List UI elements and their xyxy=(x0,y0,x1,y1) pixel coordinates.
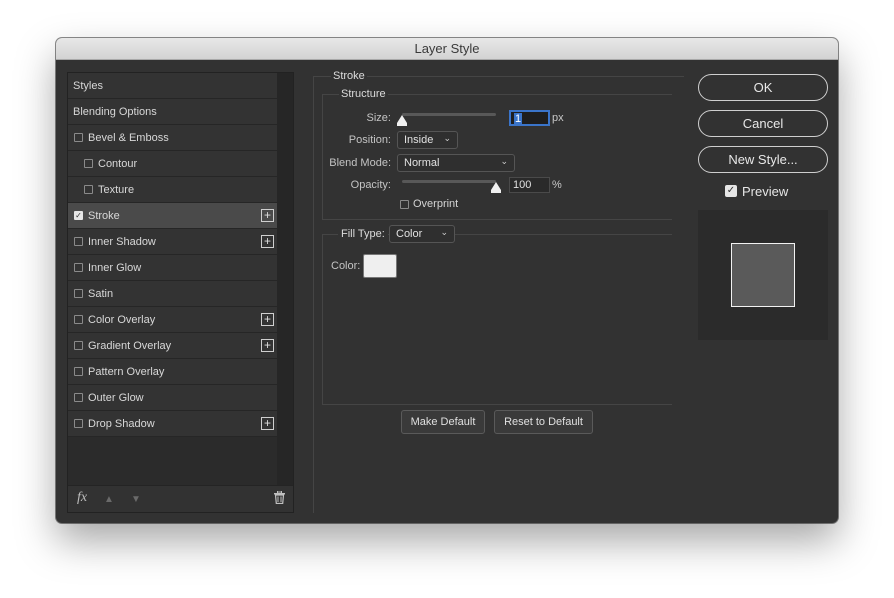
style-checkbox[interactable] xyxy=(74,237,83,246)
styles-scrollbar[interactable] xyxy=(277,73,293,486)
preview-checkbox[interactable]: ✓ xyxy=(725,185,737,197)
blend-mode-dropdown[interactable]: Normal ⌄ xyxy=(397,154,515,172)
style-checkbox[interactable] xyxy=(74,367,83,376)
size-slider[interactable] xyxy=(402,113,496,116)
cancel-button[interactable]: Cancel xyxy=(698,110,828,137)
structure-title: Structure xyxy=(339,88,388,100)
style-item-label: Color Overlay xyxy=(88,313,156,326)
style-item-satin[interactable]: Satin xyxy=(68,281,278,307)
opacity-unit: % xyxy=(552,179,562,191)
size-unit: px xyxy=(552,112,564,124)
layer-style-dialog: Layer Style Styles Blending Options Bevel … xyxy=(56,38,838,523)
ok-button[interactable]: OK xyxy=(698,74,828,101)
style-item-inner-shadow[interactable]: Inner Shadow + xyxy=(68,229,278,255)
style-item-label: Outer Glow xyxy=(88,391,144,404)
position-label: Position: xyxy=(348,134,391,146)
panel-divider xyxy=(313,76,314,513)
style-item-label: Inner Shadow xyxy=(88,235,156,248)
add-effect-icon[interactable]: + xyxy=(261,209,274,222)
style-item-bevel-emboss[interactable]: Bevel & Emboss xyxy=(68,125,278,151)
style-item-label: Styles xyxy=(73,79,103,92)
reset-to-default-button[interactable]: Reset to Default xyxy=(494,410,593,434)
blend-mode-label: Blend Mode: xyxy=(329,157,391,169)
add-effect-icon[interactable]: + xyxy=(261,235,274,248)
style-checkbox[interactable] xyxy=(84,185,93,194)
styles-list: Styles Blending Options Bevel & Emboss Cont… xyxy=(68,73,278,437)
style-checkbox[interactable] xyxy=(74,393,83,402)
style-item-color-overlay[interactable]: Color Overlay + xyxy=(68,307,278,333)
style-item-label: Texture xyxy=(98,183,135,196)
style-item-gradient-overlay[interactable]: Gradient Overlay + xyxy=(68,333,278,359)
style-item-label: Gradient Overlay xyxy=(88,339,172,352)
style-item-label: Pattern Overlay xyxy=(88,365,165,378)
style-checkbox[interactable] xyxy=(74,133,83,142)
style-item-label: Bevel & Emboss xyxy=(88,131,169,144)
size-slider-thumb[interactable] xyxy=(397,115,407,126)
overprint-checkbox[interactable] xyxy=(400,200,409,209)
style-item-texture[interactable]: Texture xyxy=(68,177,278,203)
opacity-slider[interactable] xyxy=(402,180,496,183)
style-item-styles[interactable]: Styles xyxy=(68,73,278,99)
add-effect-icon[interactable]: + xyxy=(261,313,274,326)
style-checkbox[interactable] xyxy=(74,289,83,298)
stroke-title: Stroke xyxy=(331,70,367,82)
style-item-label: Stroke xyxy=(88,209,120,222)
style-checkbox[interactable] xyxy=(74,419,83,428)
styles-panel: Styles Blending Options Bevel & Emboss Cont… xyxy=(67,72,294,513)
size-input[interactable]: 1 xyxy=(509,110,550,126)
make-default-button[interactable]: Make Default xyxy=(401,410,485,434)
style-item-contour[interactable]: Contour xyxy=(68,151,278,177)
fill-type-dropdown[interactable]: Color ⌄ xyxy=(389,225,455,243)
style-item-label: Drop Shadow xyxy=(88,417,155,430)
fx-icon[interactable]: fx xyxy=(77,490,87,506)
opacity-label: Opacity: xyxy=(350,179,391,191)
opacity-input[interactable]: 100 xyxy=(509,177,550,193)
style-checkbox[interactable] xyxy=(74,315,83,324)
style-item-stroke[interactable]: ✓ Stroke + xyxy=(68,203,278,229)
trash-icon[interactable] xyxy=(274,490,285,507)
move-up-icon[interactable]: ▲ xyxy=(104,494,114,505)
preview-label: Preview xyxy=(742,184,789,199)
style-checkbox[interactable]: ✓ xyxy=(74,211,83,220)
style-item-pattern-overlay[interactable]: Pattern Overlay xyxy=(68,359,278,385)
style-item-label: Contour xyxy=(98,157,138,170)
color-label: Color: xyxy=(331,260,361,272)
style-checkbox[interactable] xyxy=(74,341,83,350)
styles-footer: fx ▲ ▼ xyxy=(68,485,293,512)
opacity-slider-thumb[interactable] xyxy=(491,182,501,193)
style-item-label: Blending Options xyxy=(73,105,157,118)
overprint-label: Overprint xyxy=(413,198,459,210)
preview-thumbnail xyxy=(731,243,795,307)
style-item-label: Satin xyxy=(88,287,114,300)
style-item-drop-shadow[interactable]: Drop Shadow + xyxy=(68,411,278,437)
add-effect-icon[interactable]: + xyxy=(261,339,274,352)
chevron-down-icon: ⌄ xyxy=(500,156,508,166)
stroke-group-border xyxy=(314,76,684,77)
style-item-blending-options[interactable]: Blending Options xyxy=(68,99,278,125)
style-checkbox[interactable] xyxy=(84,159,93,168)
position-dropdown[interactable]: Inside ⌄ xyxy=(397,131,458,149)
chevron-down-icon: ⌄ xyxy=(440,227,448,237)
fill-bottom-border xyxy=(322,404,672,405)
size-label: Size: xyxy=(366,112,391,124)
stroke-color-swatch[interactable] xyxy=(363,254,397,278)
style-item-outer-glow[interactable]: Outer Glow xyxy=(68,385,278,411)
fill-type-label: Fill Type: xyxy=(338,228,388,240)
style-item-label: Inner Glow xyxy=(88,261,142,274)
preview-area xyxy=(698,210,828,340)
structure-bottom-border xyxy=(322,219,672,220)
dialog-title: Layer Style xyxy=(56,38,838,60)
add-effect-icon[interactable]: + xyxy=(261,417,274,430)
style-item-inner-glow[interactable]: Inner Glow xyxy=(68,255,278,281)
new-style-button[interactable]: New Style... xyxy=(698,146,828,173)
chevron-down-icon: ⌄ xyxy=(443,133,451,143)
fill-left-border xyxy=(322,234,323,404)
move-down-icon[interactable]: ▼ xyxy=(131,494,141,505)
style-checkbox[interactable] xyxy=(74,263,83,272)
